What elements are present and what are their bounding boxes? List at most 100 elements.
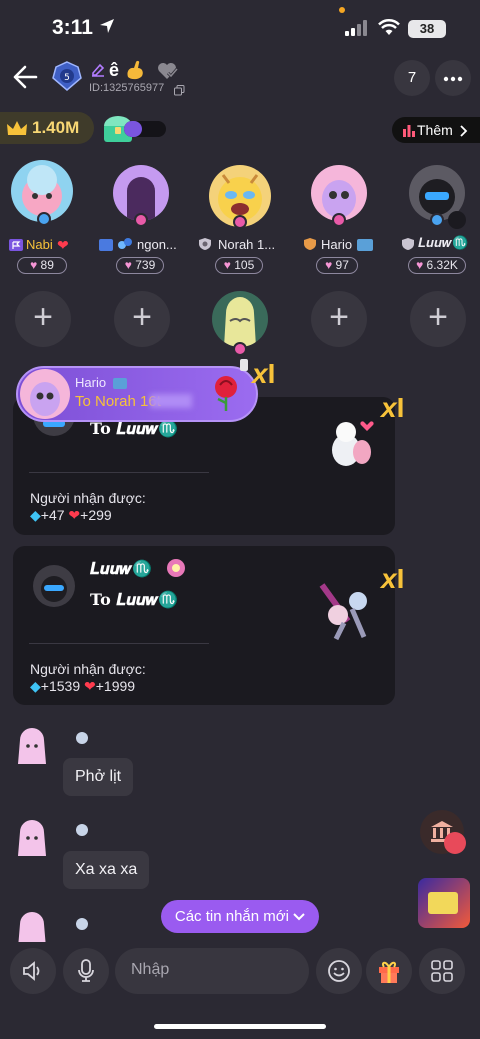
message-3-avatar[interactable] (15, 910, 49, 942)
smiley-icon (327, 959, 351, 988)
emoji-button[interactable] (316, 948, 362, 994)
flag-badge-icon (9, 238, 23, 256)
receiver-values: ◆+47 ❤+299 (30, 507, 112, 524)
message-2-bubble[interactable]: Xa xa xa (63, 851, 150, 889)
toast-sender: Hario (75, 375, 107, 390)
empty-seat-4[interactable]: + (311, 291, 367, 347)
event-banner[interactable] (418, 878, 470, 928)
message-1-avatar[interactable] (15, 726, 49, 766)
rose-gift-icon (208, 373, 244, 418)
heart-icon: ❤ (57, 237, 69, 253)
seat-avatar-occupied[interactable] (212, 291, 268, 347)
diamond-value: +47 (40, 507, 65, 523)
gift-to-label: To 𝑳𝒖𝒖𝒘♏ (90, 419, 179, 438)
seat-1-name: Nabi (26, 237, 53, 252)
room-name: ê (109, 60, 120, 80)
toast-fade (150, 394, 192, 408)
message-1-bubble[interactable]: Phở lịt (63, 758, 134, 796)
more-options-button[interactable] (435, 60, 471, 96)
seat-2-name: ngon... (137, 237, 177, 252)
app-root: { "status": {"time": "3:11", "battery": … (0, 0, 480, 1039)
new-messages-label: Các tin nhắn mới (174, 908, 289, 925)
signal-icon (345, 20, 369, 41)
seat-3-count: ♥ 105 (215, 257, 263, 274)
mic-button[interactable] (63, 948, 109, 994)
copy-icon[interactable] (174, 83, 185, 101)
mic-muted-icon (448, 211, 466, 229)
diamond-icon: ◆ (30, 507, 41, 523)
bank-button[interactable] (420, 810, 466, 854)
heart-small-icon: ♥ (124, 258, 132, 272)
empty-seat-5[interactable]: + (410, 291, 466, 347)
level-badge-icon (75, 731, 89, 750)
female-gender-icon (233, 215, 247, 229)
message-input-placeholder: Nhập (131, 961, 170, 978)
dancing-couple-gift-icon (318, 581, 382, 646)
message-2-avatar[interactable] (15, 818, 49, 858)
female-gender-icon (134, 213, 148, 227)
heart-icon: ❤ (84, 678, 96, 694)
status-time: 3:11 (52, 16, 93, 39)
message-input[interactable]: Nhập (115, 948, 309, 994)
gift-sender-name: 𝑳𝒖𝒖𝒘♏ (90, 559, 152, 578)
seat-1-count: ♥ 89 (17, 257, 67, 274)
heart-small-icon: ♥ (223, 258, 231, 272)
home-indicator (154, 1024, 326, 1029)
flag-badge-icon (99, 238, 113, 256)
receiver-label: Người nhận được: (30, 661, 146, 677)
chest-progress-track (124, 121, 166, 137)
seat-4[interactable] (311, 165, 369, 227)
seat-4-count: ♥ 97 (316, 257, 358, 274)
heart-small-icon: ♥ (325, 258, 333, 272)
seat-2-count: ♥ 739 (116, 257, 164, 274)
them-label: Thêm (417, 122, 453, 138)
seat-count-value: 97 (335, 258, 349, 272)
seat-2[interactable] (113, 165, 171, 227)
heart-small-icon: ♥ (416, 258, 424, 272)
seat-1[interactable] (9, 158, 75, 228)
member-count[interactable]: 7 (394, 60, 430, 96)
back-arrow-icon[interactable] (12, 65, 38, 94)
diamond-value: +1539 (40, 678, 81, 694)
gift-multiplier: xI (381, 563, 405, 594)
shield-badge-icon (303, 237, 317, 256)
svg-text:5: 5 (64, 73, 70, 83)
heart-value: +299 (80, 507, 112, 523)
level-badge-icon: 5 (50, 61, 84, 96)
speaker-button[interactable] (10, 948, 56, 994)
shield-badge-icon (401, 237, 415, 256)
empty-seat-1[interactable]: + (15, 291, 71, 347)
divider (29, 643, 209, 644)
seat-count-value: 89 (40, 258, 54, 272)
red-badge-icon (444, 832, 466, 854)
seat-5-count: ♥ 6.32K (408, 257, 466, 274)
seat-3[interactable] (209, 163, 271, 229)
new-messages-button[interactable]: Các tin nhắn mới (161, 900, 319, 933)
splash-badge-icon (117, 237, 133, 256)
wifi-icon (378, 19, 400, 41)
gift-button[interactable] (366, 948, 412, 994)
gift-multiplier: xI (381, 392, 405, 423)
female-gender-icon (332, 213, 346, 227)
edit-icon[interactable] (90, 62, 106, 83)
grid-icon (431, 960, 453, 987)
more-apps-button[interactable] (419, 948, 465, 994)
empty-seat-2[interactable]: + (114, 291, 170, 347)
bear-gift-icon (326, 416, 376, 477)
seat-5[interactable] (409, 165, 471, 229)
seat-4-name: Hario (321, 237, 353, 252)
shield-badge-icon (198, 237, 212, 256)
receiver-label: Người nhận được: (30, 490, 146, 506)
them-button[interactable]: Thêm (392, 117, 480, 143)
seat-count-value: 739 (135, 258, 156, 272)
recording-dot (339, 7, 345, 13)
room-id: ID:1325765977 (89, 82, 165, 94)
chart-bars-icon (403, 124, 415, 142)
map-badge-icon (113, 376, 127, 394)
heart-small-icon: ♥ (30, 258, 38, 272)
small-gift-icon (238, 355, 250, 376)
map-badge-icon (357, 238, 373, 256)
wealth-value: 1.40M (32, 118, 80, 137)
heart-value: +1999 (95, 678, 136, 694)
divider (29, 472, 209, 473)
